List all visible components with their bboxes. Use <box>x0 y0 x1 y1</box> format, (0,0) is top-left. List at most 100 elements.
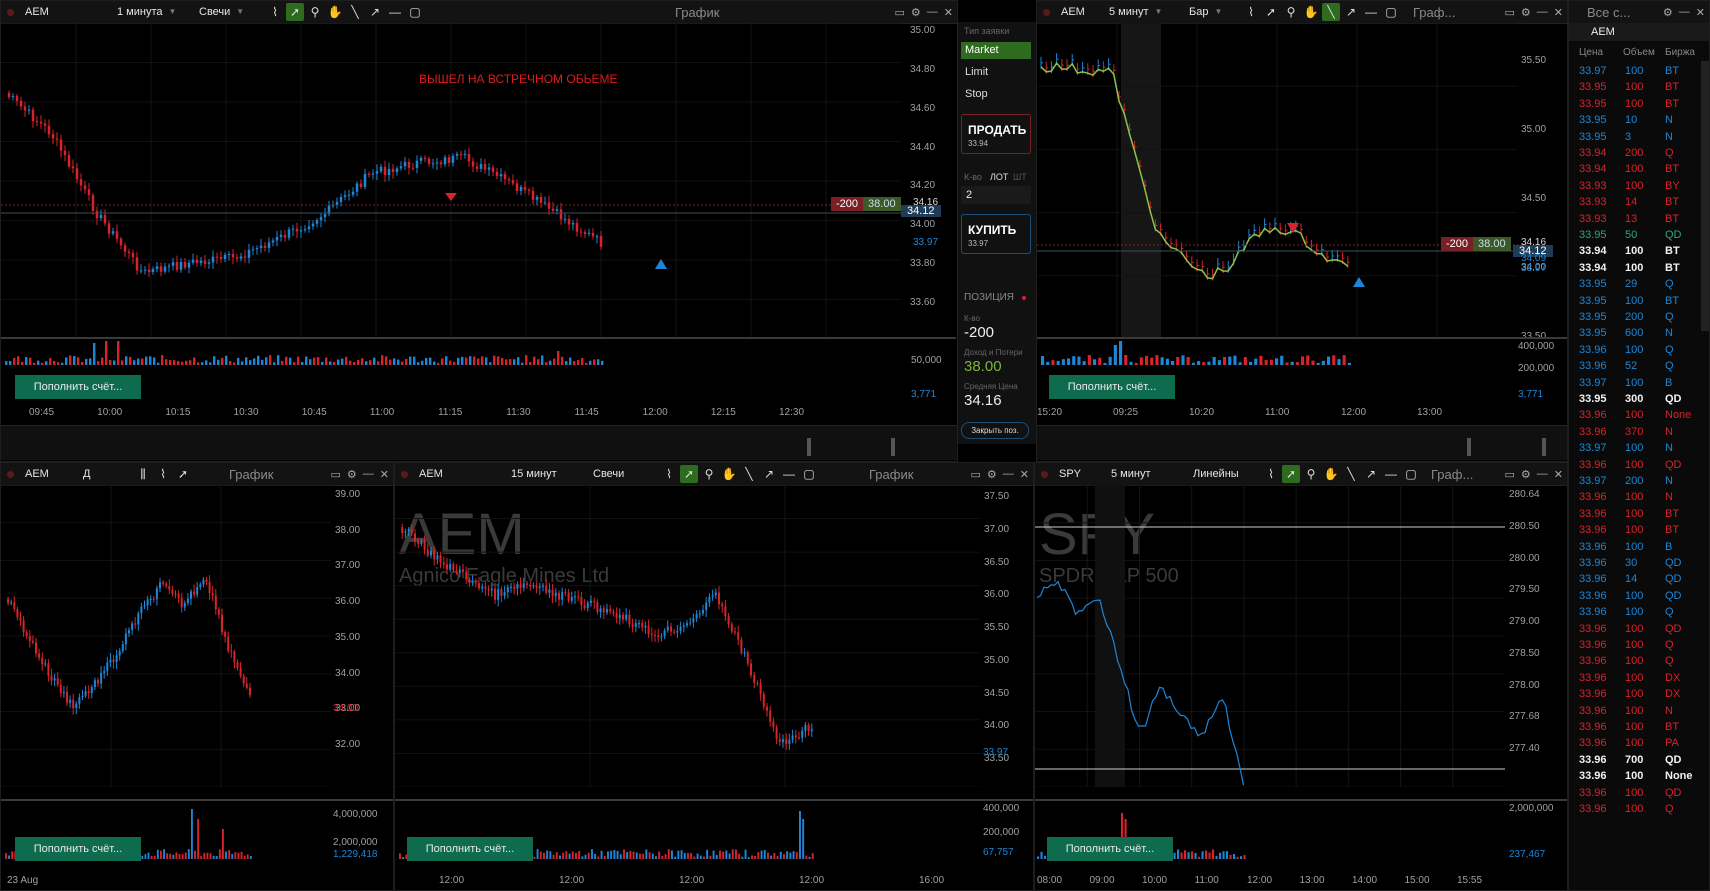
zoom-icon[interactable]: ⚲ <box>700 465 718 483</box>
cursor-icon[interactable]: ➚ <box>680 465 698 483</box>
deposit-button[interactable]: Пополнить счёт... <box>1049 375 1175 399</box>
order-type-stop[interactable]: Stop <box>965 88 988 100</box>
chart-type-selector[interactable]: Свечи <box>587 463 659 485</box>
interval-selector[interactable]: 15 минут <box>505 463 587 485</box>
line-icon[interactable]: ╲ <box>740 465 758 483</box>
tns-row[interactable]: 33.93 100 BY <box>1569 180 1689 196</box>
tns-row[interactable]: 33.95 300 QD <box>1569 393 1689 409</box>
tns-row[interactable]: 33.96 100 None <box>1569 770 1693 786</box>
cursor-icon[interactable]: ➚ <box>286 3 304 21</box>
tns-row[interactable]: 33.96 30 QD <box>1569 557 1689 573</box>
interval-selector[interactable]: Д <box>77 463 133 485</box>
tns-row[interactable]: 33.95 100 BT <box>1569 98 1689 114</box>
interval-selector[interactable]: 5 минут <box>1105 463 1187 485</box>
tns-row[interactable]: 33.96 100 BT <box>1569 508 1689 524</box>
cursor-icon[interactable]: ➚ <box>174 465 192 483</box>
tns-row[interactable]: 33.93 14 BT <box>1569 196 1689 212</box>
navigator-scrollbar[interactable] <box>1037 425 1567 460</box>
link-dot-icon[interactable] <box>1043 8 1050 16</box>
tns-row[interactable]: 33.96 100 DX <box>1569 688 1689 704</box>
tns-row[interactable]: 33.96 100 N <box>1569 705 1689 721</box>
deposit-button[interactable]: Пополнить счёт... <box>15 837 141 861</box>
hline-icon[interactable]: — <box>1382 465 1400 483</box>
tns-row[interactable]: 33.96 100 QD <box>1569 590 1689 606</box>
candles-icon[interactable]: ⫼ <box>134 465 152 483</box>
hand-icon[interactable]: ✋ <box>720 465 738 483</box>
indicators-icon[interactable]: ⌇ <box>660 465 678 483</box>
gear-icon[interactable]: ⚙ <box>1521 468 1531 481</box>
navigator-scrollbar[interactable] <box>1 425 957 460</box>
minimize-icon[interactable]: — <box>1003 468 1014 480</box>
tns-row[interactable]: 33.97 100 B <box>1569 377 1689 393</box>
symbol-selector[interactable]: AEM <box>19 463 77 485</box>
indicators-icon[interactable]: ⌇ <box>1242 3 1260 21</box>
sht-toggle[interactable]: ШТ <box>1013 172 1027 182</box>
arrow-icon[interactable]: ↗ <box>1342 3 1360 21</box>
lot-toggle[interactable]: ЛОТ <box>990 172 1008 182</box>
minimize-icon[interactable]: — <box>927 6 938 18</box>
minimize-icon[interactable]: — <box>363 468 374 480</box>
tns-row[interactable]: 33.97 200 N <box>1569 475 1689 491</box>
tns-row[interactable]: 33.96 100 QD <box>1569 787 1689 803</box>
collapse-icon[interactable]: ▭ <box>1505 6 1515 19</box>
indicators-icon[interactable]: ⌇ <box>154 465 172 483</box>
tns-row[interactable]: 33.95 600 N <box>1569 327 1689 343</box>
buy-button[interactable]: КУПИТЬ 33.97 <box>961 214 1031 254</box>
hline-icon[interactable]: — <box>780 465 798 483</box>
link-dot-icon[interactable] <box>401 470 408 478</box>
rect-icon[interactable]: ▢ <box>800 465 818 483</box>
tns-row[interactable]: 33.95 10 N <box>1569 114 1689 130</box>
arrow-icon[interactable]: ↗ <box>366 3 384 21</box>
tns-row[interactable]: 33.94 100 BT <box>1569 245 1689 261</box>
hand-icon[interactable]: ✋ <box>1302 3 1320 21</box>
order-type-limit[interactable]: Limit <box>965 66 988 78</box>
deposit-button[interactable]: Пополнить счёт... <box>407 837 533 861</box>
collapse-icon[interactable]: ▭ <box>895 6 905 19</box>
tns-row[interactable]: 33.97 100 BT <box>1569 65 1689 81</box>
line-icon[interactable]: ╲ <box>1342 465 1360 483</box>
tns-row[interactable]: 33.96 100 QD <box>1569 623 1689 639</box>
tns-row[interactable]: 33.96 100 QD <box>1569 459 1689 475</box>
tns-row[interactable]: 33.96 100 BT <box>1569 524 1689 540</box>
close-icon[interactable]: ✕ <box>1020 468 1029 481</box>
line-icon[interactable]: ╲ <box>1322 3 1340 21</box>
tns-row[interactable]: 33.95 50 QD <box>1569 229 1689 245</box>
tns-row[interactable]: 33.95 29 Q <box>1569 278 1689 294</box>
tns-row[interactable]: 33.96 100 Q <box>1569 639 1689 655</box>
indicators-icon[interactable]: ⌇ <box>1262 465 1280 483</box>
gear-icon[interactable]: ⚙ <box>1663 6 1673 19</box>
deposit-button[interactable]: Пополнить счёт... <box>1047 837 1173 861</box>
tns-row[interactable]: 33.94 100 BT <box>1569 262 1689 278</box>
interval-selector[interactable]: 1 минута ▼ <box>111 1 193 23</box>
collapse-icon[interactable]: ▭ <box>331 468 341 481</box>
tns-row[interactable]: 33.96 100 Q <box>1569 606 1689 622</box>
minimize-icon[interactable]: — <box>1537 6 1548 18</box>
symbol-selector[interactable]: AEM <box>19 1 111 23</box>
tns-row[interactable]: 33.97 100 N <box>1569 442 1689 458</box>
link-dot-icon[interactable] <box>7 470 14 478</box>
zoom-icon[interactable]: ⚲ <box>306 3 324 21</box>
tns-row[interactable]: 33.94 100 BT <box>1569 163 1689 179</box>
arrow-icon[interactable]: ↗ <box>1362 465 1380 483</box>
rect-icon[interactable]: ▢ <box>1382 3 1400 21</box>
hand-icon[interactable]: ✋ <box>326 3 344 21</box>
hline-icon[interactable]: — <box>386 3 404 21</box>
chart-type-selector[interactable]: Линейны <box>1187 463 1261 485</box>
tns-row[interactable]: 33.96 100 B <box>1569 541 1689 557</box>
price-chart[interactable] <box>1035 485 1505 787</box>
chart-type-selector[interactable]: Бар ▼ <box>1183 1 1241 23</box>
close-icon[interactable]: ✕ <box>1554 6 1563 19</box>
tns-row[interactable]: 33.96 52 Q <box>1569 360 1689 376</box>
cursor-icon[interactable]: ➚ <box>1262 3 1280 21</box>
arrow-icon[interactable]: ↗ <box>760 465 778 483</box>
line-icon[interactable]: ╲ <box>346 3 364 21</box>
gear-icon[interactable]: ⚙ <box>911 6 921 19</box>
indicators-icon[interactable]: ⌇ <box>266 3 284 21</box>
symbol-selector[interactable]: AEM <box>413 463 505 485</box>
close-icon[interactable]: ✕ <box>1554 468 1563 481</box>
tns-row[interactable]: 33.93 13 BT <box>1569 213 1689 229</box>
rect-icon[interactable]: ▢ <box>406 3 424 21</box>
minimize-icon[interactable]: — <box>1537 468 1548 480</box>
order-type-market[interactable]: Market <box>961 42 1031 59</box>
interval-selector[interactable]: 5 минут ▼ <box>1103 1 1183 23</box>
